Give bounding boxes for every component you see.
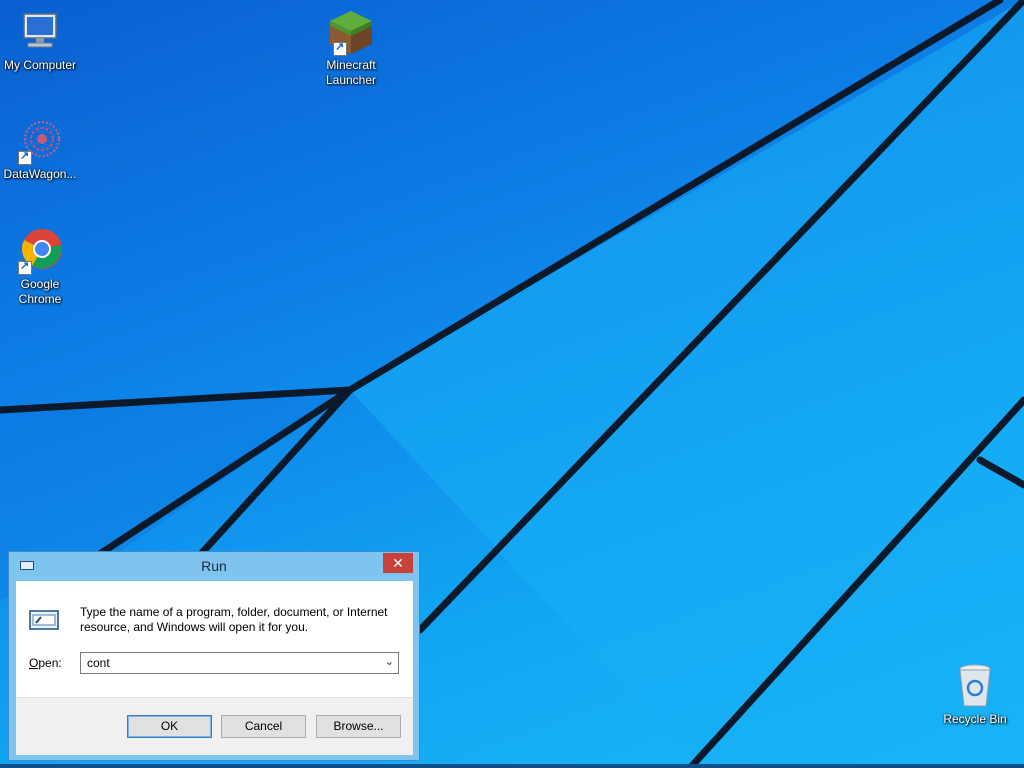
shortcut-arrow-icon: [18, 259, 32, 275]
run-icon: [29, 609, 59, 630]
chrome-icon: [16, 227, 64, 275]
computer-icon: [16, 8, 64, 56]
open-combobox[interactable]: ⌄: [80, 652, 399, 674]
desktop-icon-label: DataWagon...: [3, 167, 77, 181]
open-label-text: pen:: [38, 656, 62, 670]
shortcut-arrow-icon: [333, 40, 347, 56]
desktop-icon-google-chrome[interactable]: Google Chrome: [0, 227, 80, 307]
run-dialog-body: Type the name of a program, folder, docu…: [16, 581, 413, 755]
open-label-mnemonic: O: [29, 656, 39, 670]
desktop-icon-recycle-bin[interactable]: Recycle Bin: [935, 662, 1015, 727]
desktop-icon-minecraft-launcher[interactable]: Minecraft Launcher: [311, 8, 391, 88]
open-label: Open:: [29, 656, 62, 670]
taskbar[interactable]: [0, 764, 1024, 768]
run-description: Type the name of a program, folder, docu…: [80, 605, 388, 634]
minecraft-icon: [327, 8, 375, 56]
cancel-button[interactable]: Cancel: [221, 715, 306, 738]
ok-button[interactable]: OK: [127, 715, 212, 738]
desktop-icon-my-computer[interactable]: My Computer: [0, 8, 80, 73]
chevron-down-icon[interactable]: ⌄: [385, 655, 394, 668]
desktop-icon-label: My Computer: [3, 58, 77, 72]
close-button[interactable]: ✕: [383, 553, 413, 573]
run-button-bar: OK Cancel Browse...: [16, 697, 413, 755]
datawagon-icon: [16, 117, 64, 165]
desktop-icon-datawagon[interactable]: DataWagon...: [0, 117, 80, 182]
desktop-icon-label: Recycle Bin: [943, 712, 1007, 726]
run-dialog: Run ✕ Type the name of a program, folder…: [8, 551, 420, 761]
shortcut-arrow-icon: [18, 149, 32, 165]
recycle-bin-icon: [951, 662, 999, 710]
run-title: Run: [201, 558, 227, 574]
run-titlebar[interactable]: Run ✕: [9, 552, 419, 580]
desktop-icon-label: Google Chrome: [18, 277, 62, 306]
desktop-icon-label: Minecraft Launcher: [325, 58, 377, 87]
open-input[interactable]: [81, 653, 373, 673]
browse-button[interactable]: Browse...: [316, 715, 401, 738]
